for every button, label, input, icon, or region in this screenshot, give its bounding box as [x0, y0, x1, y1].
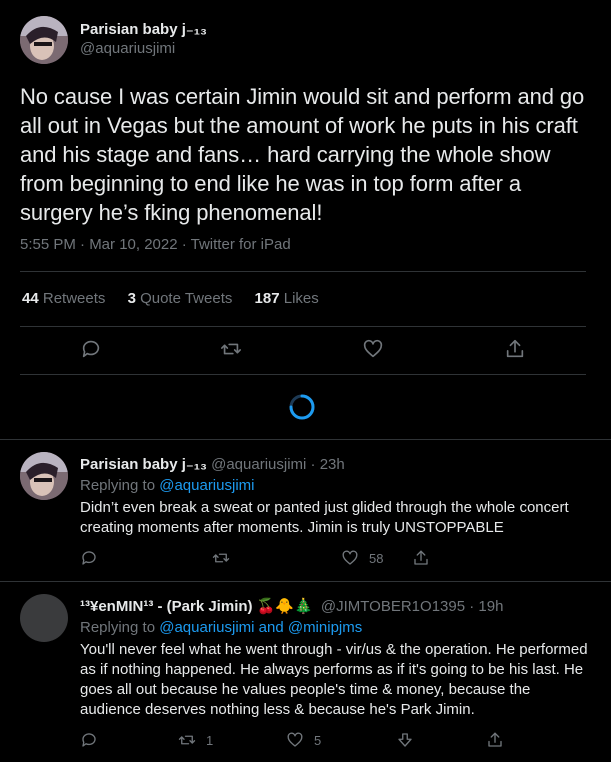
retweet-icon[interactable]: [220, 338, 242, 360]
avatar[interactable]: [20, 16, 68, 64]
downvote-icon[interactable]: [396, 731, 424, 749]
like-button[interactable]: 58: [341, 549, 383, 567]
display-name[interactable]: Parisian baby j₋₁₃: [80, 20, 207, 38]
retweet-icon[interactable]: [212, 549, 240, 567]
display-name[interactable]: ¹³¥enMIN¹³ - (Park Jimin) 🍒🐥🎄: [80, 598, 313, 615]
reply-icon[interactable]: [80, 731, 108, 749]
avatar[interactable]: [20, 594, 68, 642]
like-button[interactable]: 5: [286, 731, 321, 749]
reply-text: Didn’t even break a sweat or panted just…: [80, 499, 569, 536]
reply-icon[interactable]: [80, 549, 108, 567]
mention-link[interactable]: @aquariusjimi and @minipjms: [159, 619, 362, 636]
reply-tweet[interactable]: ¹³¥enMIN¹³ - (Park Jimin) 🍒🐥🎄 @JIMTOBER1…: [0, 582, 611, 762]
share-icon[interactable]: [412, 549, 440, 567]
divider: [20, 271, 586, 272]
retweets-stat[interactable]: 44 Retweets: [22, 290, 105, 307]
reply-text: You'll never feel what he went through -…: [80, 641, 588, 718]
divider: [20, 326, 586, 327]
reply-tweet[interactable]: Parisian baby j₋₁₃ @aquariusjimi · 23h R…: [0, 440, 611, 581]
like-icon: [287, 732, 303, 747]
retweet-icon: [178, 735, 196, 745]
tweet-text: No cause I was certain Jimin would sit a…: [20, 84, 585, 225]
retweet-button[interactable]: 1: [178, 731, 213, 749]
likes-stat[interactable]: 187 Likes: [255, 290, 319, 307]
reply-header: Parisian baby j₋₁₃ @aquariusjimi · 23h: [80, 455, 345, 473]
share-icon[interactable]: [486, 731, 514, 749]
display-name[interactable]: Parisian baby j₋₁₃: [80, 456, 207, 473]
like-count: 5: [314, 732, 322, 748]
replying-to: Replying to @aquariusjimi and @minipjms: [80, 619, 363, 636]
user-handle[interactable]: @aquariusjimi: [80, 40, 175, 57]
user-handle[interactable]: @JIMTOBER1O1395 · 19h: [321, 598, 504, 615]
like-icon[interactable]: [362, 338, 384, 360]
user-handle[interactable]: @aquariusjimi · 23h: [211, 456, 345, 473]
loading-spinner-icon: [288, 393, 316, 421]
main-tweet: Parisian baby j₋₁₃ @aquariusjimi No caus…: [0, 0, 611, 439]
like-count: 58: [369, 550, 384, 566]
tweet-timestamp[interactable]: 5:55 PM · Mar 10, 2022 · Twitter for iPa…: [20, 236, 291, 253]
avatar[interactable]: [20, 452, 68, 500]
like-icon: [342, 550, 358, 565]
mention-link[interactable]: @aquariusjimi: [159, 477, 254, 494]
reply-icon[interactable]: [80, 338, 102, 360]
share-icon[interactable]: [504, 338, 526, 360]
retweet-count: 1: [206, 732, 214, 748]
replying-to: Replying to @aquariusjimi: [80, 477, 255, 494]
reply-header: ¹³¥enMIN¹³ - (Park Jimin) 🍒🐥🎄 @JIMTOBER1…: [80, 597, 503, 615]
quote-tweets-stat[interactable]: 3 Quote Tweets: [128, 290, 233, 307]
tweet-stats: 44 Retweets 3 Quote Tweets 187 Likes: [22, 290, 337, 307]
divider: [20, 374, 586, 375]
